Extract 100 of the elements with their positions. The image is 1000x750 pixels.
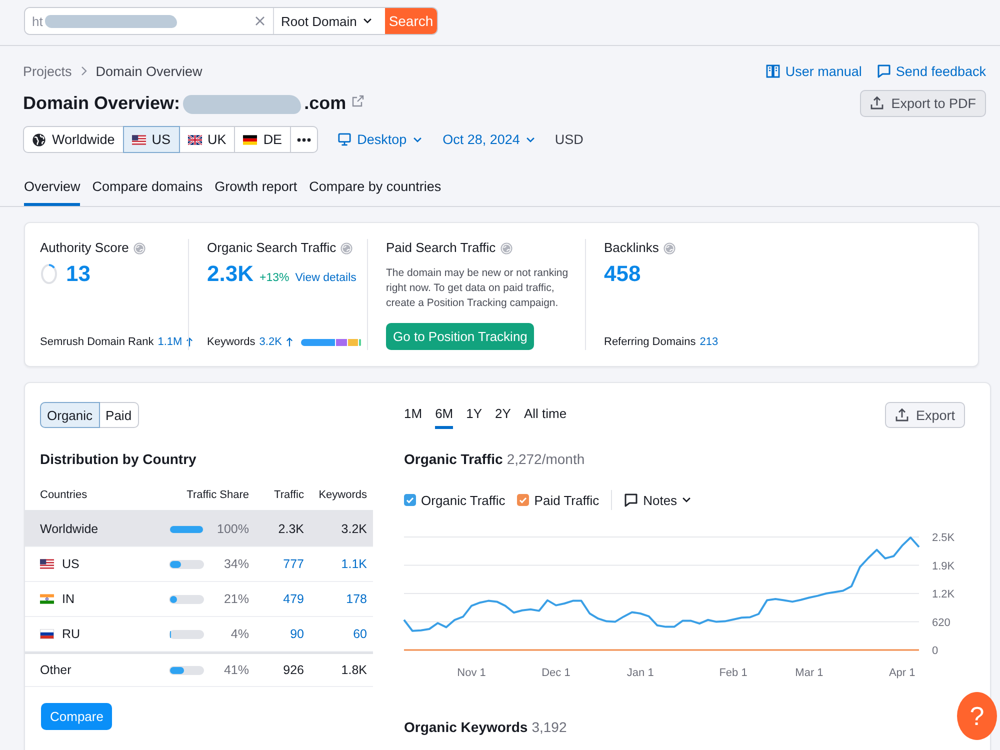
breadcrumb-item: Domain Overview — [96, 64, 202, 78]
chevron-down-icon — [682, 497, 692, 503]
tab[interactable]: Compare by countries — [309, 170, 442, 206]
table-cell-text: 926 — [282, 663, 304, 677]
axis-label: 1.2K — [932, 588, 955, 600]
export-pdf-button[interactable]: Export to PDF — [860, 90, 986, 116]
currency-label: USD — [554, 132, 584, 147]
export-button[interactable]: Export — [884, 402, 965, 428]
keywords-link[interactable]: 178 — [346, 592, 367, 606]
axis-label: Mar 1 — [795, 667, 824, 679]
metric-value: 13 — [66, 261, 90, 287]
more-dots-icon — [297, 138, 312, 142]
send-feedback-link[interactable]: Send feedback — [876, 64, 986, 78]
share-percent: 4% — [230, 627, 249, 641]
change-percent: +13% — [259, 272, 290, 284]
globe-icon[interactable] — [340, 242, 354, 254]
country-name: Worldwide — [40, 522, 98, 536]
table-row[interactable]: RU 4% 90 60 — [25, 617, 373, 652]
database-option[interactable]: Worldwide — [23, 126, 124, 153]
traffic-type-toggle[interactable]: Organic — [40, 402, 100, 428]
table-row[interactable]: Other 41% 926 1.8K — [25, 652, 373, 687]
table-row[interactable]: IN 21% 479 178 — [25, 582, 373, 617]
metric-value-link[interactable]: 2.3K — [207, 261, 254, 287]
chevron-down-icon — [526, 136, 535, 142]
monitor-icon — [338, 133, 352, 146]
flag-icon — [132, 134, 146, 144]
axis-label: 0 — [932, 645, 938, 657]
notes-dropdown[interactable]: Notes — [624, 492, 692, 508]
country-name: RU — [62, 627, 80, 641]
footer-value-link[interactable]: 3.2K — [259, 334, 282, 350]
country-name: US — [62, 557, 80, 571]
period-tab[interactable]: 2Y — [495, 402, 511, 429]
keyword-intent-bar — [300, 338, 361, 346]
section-summary: 3,192 — [532, 718, 567, 736]
period-tab[interactable]: 1Y — [466, 402, 482, 429]
upload-icon — [870, 96, 884, 110]
period-tab[interactable]: All time — [524, 402, 567, 429]
date-dropdown[interactable]: Oct 28, 2024 — [442, 132, 535, 147]
tab[interactable]: Compare domains — [92, 170, 203, 206]
database-option[interactable]: DE — [234, 126, 292, 153]
database-option[interactable]: UK — [178, 126, 236, 153]
database-option[interactable]: US — [122, 126, 180, 153]
keywords-link[interactable]: 60 — [353, 627, 367, 641]
period-tab[interactable]: 6M — [435, 402, 454, 429]
legend-toggle[interactable]: Paid Traffic — [517, 492, 600, 508]
traffic-link[interactable]: 90 — [290, 627, 304, 641]
tab[interactable]: Overview — [24, 170, 80, 206]
flag-icon — [40, 559, 54, 569]
score-gauge-icon — [40, 263, 58, 285]
view-details-link[interactable]: View details — [295, 272, 356, 284]
globe-icon[interactable] — [500, 242, 513, 254]
metric-label: Organic Search Traffic — [207, 239, 336, 257]
globe-icon — [32, 132, 46, 146]
section-title: Organic Keywords — [404, 718, 528, 736]
footer-label: Referring Domains — [604, 335, 696, 350]
globe-icon[interactable] — [132, 242, 146, 254]
share-percent: 100% — [216, 522, 249, 536]
book-icon — [766, 64, 780, 78]
breadcrumb-item[interactable]: Projects — [23, 64, 72, 78]
footer-value-link[interactable]: 213 — [700, 334, 718, 350]
metric-label: Paid Search Traffic — [386, 239, 496, 257]
notice-text: The domain may be new or not ranking right now. To get data on paid traffic, create a Position Tracking campaign. — [386, 266, 570, 311]
keywords-link[interactable]: 1.1K — [341, 557, 367, 571]
external-link-icon[interactable] — [352, 95, 364, 107]
column-header: Traffic — [273, 488, 304, 500]
traffic-link[interactable]: 777 — [283, 557, 304, 571]
tab[interactable]: Growth report — [214, 170, 298, 206]
footer-label: Keywords — [207, 335, 256, 350]
axis-label: Nov 1 — [457, 667, 486, 679]
country-name: Other — [40, 663, 72, 677]
traffic-link[interactable]: 479 — [283, 592, 304, 606]
upload-icon — [894, 408, 909, 422]
device-dropdown[interactable]: Desktop — [338, 132, 422, 147]
metric-value-link[interactable]: 458 — [604, 261, 641, 287]
axis-label: 620 — [932, 616, 950, 629]
domain-suffix: .com — [304, 92, 346, 114]
chart-title: Organic Traffic — [404, 450, 503, 468]
flag-icon — [40, 594, 54, 604]
table-row[interactable]: Worldwide 100% 2.3K 3.2K — [25, 512, 373, 547]
share-percent: 21% — [222, 592, 249, 606]
globe-icon[interactable] — [662, 242, 676, 254]
comment-icon — [624, 493, 638, 507]
column-header: Keywords — [318, 488, 367, 500]
legend-toggle[interactable]: Organic Traffic — [404, 492, 506, 508]
column-header: Traffic Share — [186, 488, 249, 500]
column-header: Countries — [40, 488, 88, 500]
page-title: Domain Overview: — [23, 92, 180, 114]
footer-value-link[interactable]: 1.1M — [158, 334, 182, 350]
share-percent: 41% — [222, 663, 249, 677]
chevron-right-icon — [80, 66, 87, 76]
table-row[interactable]: US 34% 777 1.1K — [25, 547, 373, 582]
traffic-type-toggle[interactable]: Paid — [98, 402, 139, 428]
flag-icon — [243, 134, 258, 144]
user-manual-link[interactable]: User manual — [766, 64, 862, 78]
axis-label: 2.5K — [932, 532, 955, 544]
more-button[interactable] — [290, 126, 318, 153]
country-name: IN — [62, 592, 74, 606]
axis-label: Dec 1 — [542, 667, 570, 679]
flag-icon — [188, 134, 202, 144]
period-tab[interactable]: 1M — [404, 402, 422, 429]
